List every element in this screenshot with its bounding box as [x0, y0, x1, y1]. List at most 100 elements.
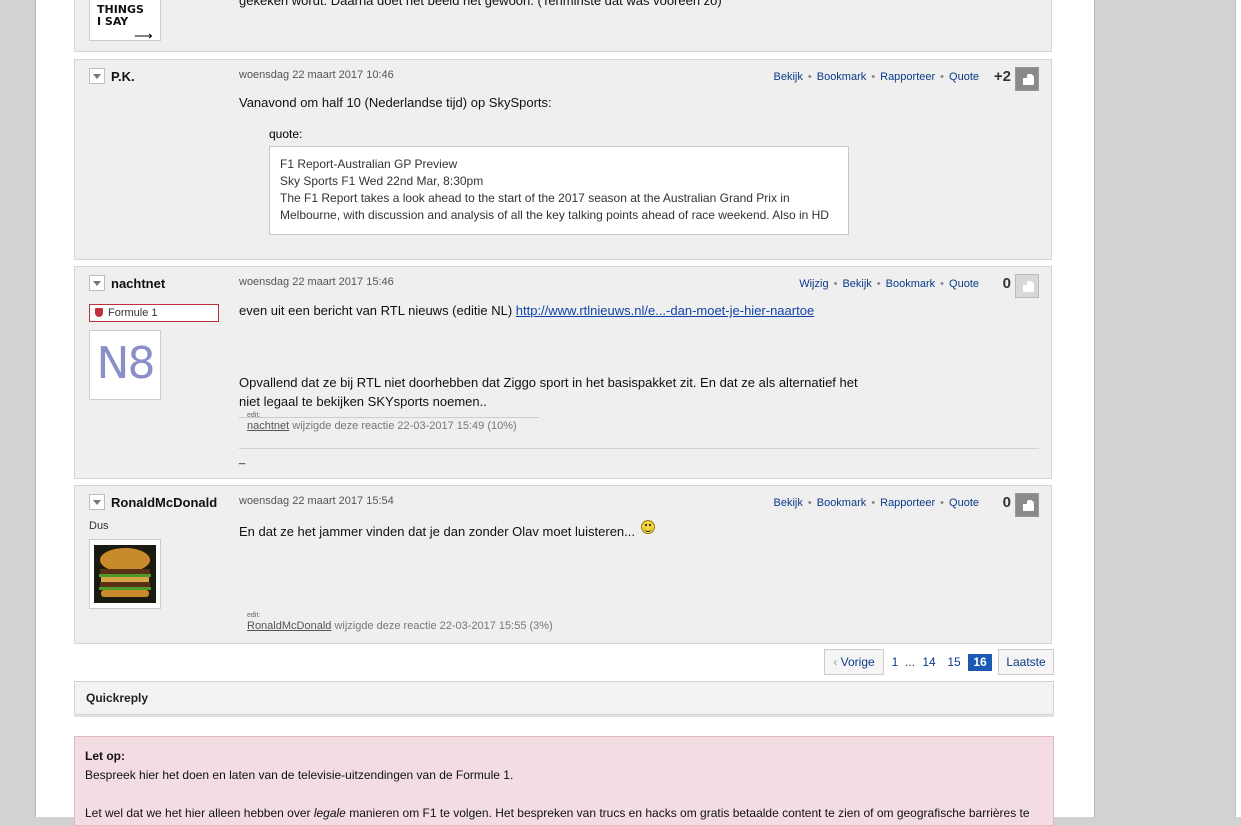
avatar[interactable]: THINGS I SAY ⟶ — [89, 0, 161, 41]
separator: • — [871, 71, 876, 83]
notice-line: Let wel dat we het hier alleen hebben ov… — [85, 806, 1030, 820]
quote-box: F1 Report-Australian GP Preview Sky Spor… — [269, 146, 849, 235]
pagination: ‹ Vorige 1 ... 14 15 16 Laatste — [0, 649, 1241, 675]
post-score: 0 — [1002, 494, 1011, 511]
quote-line: Melbourne, with discussion and analysis … — [280, 208, 829, 222]
edit-info: nachtnet wijzigde deze reactie 22-03-201… — [247, 420, 517, 432]
edit-marker: edit: — [247, 612, 261, 619]
post-actions: Wijzig • Bekijk • Bookmark • Quote — [799, 278, 979, 290]
post-text: En dat ze het jammer vinden dat je dan z… — [239, 520, 655, 541]
separator: • — [833, 278, 838, 290]
post-actions: Bekijk • Bookmark • Rapporteer • Quote — [774, 71, 979, 83]
edit-user[interactable]: RonaldMcDonald — [247, 620, 331, 632]
separator: • — [807, 497, 812, 509]
username[interactable]: RonaldMcDonald — [111, 495, 217, 510]
avatar[interactable] — [89, 539, 161, 609]
page-ellipsis: ... — [904, 655, 915, 669]
separator: • — [940, 497, 945, 509]
arrow-icon: ⟶ — [134, 28, 153, 41]
last-page-button[interactable]: Laatste — [998, 649, 1054, 675]
badge-label: Formule 1 — [108, 307, 158, 319]
quote-link[interactable]: Quote — [949, 71, 979, 83]
quote-link[interactable]: Quote — [949, 278, 979, 290]
collapse-toggle-icon[interactable] — [89, 494, 105, 510]
smiley-icon — [640, 520, 655, 534]
notice-text: Let wel dat we het hier alleen hebben ov… — [85, 806, 314, 820]
username[interactable]: nachtnet — [111, 276, 165, 291]
quote-line: The F1 Report takes a look ahead to the … — [280, 191, 790, 205]
previous-page-button[interactable]: ‹ Vorige — [824, 649, 884, 675]
edit-marker: edit: — [247, 412, 261, 419]
thumbs-up-icon[interactable] — [1015, 67, 1039, 91]
chevron-left-icon: ‹ — [833, 655, 838, 669]
page-link-15[interactable]: 15 — [943, 649, 965, 675]
edit-info: RonaldMcDonald wijzigde deze reactie 22-… — [247, 620, 553, 632]
page-link-14[interactable]: 14 — [918, 649, 940, 675]
separator: • — [940, 71, 945, 83]
collapse-toggle-icon[interactable] — [89, 68, 105, 84]
bookmark-link[interactable]: Bookmark — [817, 71, 867, 83]
edit-user[interactable]: nachtnet — [247, 420, 289, 432]
quote-link[interactable]: Quote — [949, 497, 979, 509]
thumbs-up-icon[interactable] — [1015, 493, 1039, 517]
post-score: 0 — [1002, 275, 1011, 292]
notice-text: manieren om F1 te volgen. Het bespreken … — [345, 806, 1030, 820]
previous-page-label: Vorige — [840, 655, 875, 669]
badge-icon — [95, 308, 103, 317]
post-text-prefix: even uit een bericht van RTL nieuws (edi… — [239, 303, 516, 318]
edit-rule — [239, 417, 539, 418]
news-link[interactable]: http://www.rtlnieuws.nl/e...-dan-moet-je… — [516, 303, 814, 318]
burger-image — [94, 545, 156, 603]
view-link[interactable]: Bekijk — [774, 497, 803, 509]
signature: _ — [239, 453, 246, 465]
avatar[interactable]: N8 — [89, 330, 161, 400]
separator: • — [871, 497, 876, 509]
post-pk: P.K. woensdag 22 maart 2017 10:46 Bekijk… — [74, 59, 1052, 260]
post-text-content: En dat ze het jammer vinden dat je dan z… — [239, 524, 635, 539]
separator: • — [876, 278, 881, 290]
quote-label: quote: — [269, 127, 303, 141]
quote-line: F1 Report-Australian GP Preview — [280, 157, 458, 171]
post-text: gekeken wordt. Daarna doet het beeld het… — [239, 0, 722, 8]
view-link[interactable]: Bekijk — [774, 71, 803, 83]
bookmark-link[interactable]: Bookmark — [817, 497, 867, 509]
post-text: even uit een bericht van RTL nieuws (edi… — [239, 301, 814, 320]
post-previous: THINGS I SAY ⟶ gekeken wordt. Daarna doe… — [74, 0, 1052, 52]
edit-link[interactable]: Wijzig — [799, 278, 828, 290]
forum-notice: Let op: Bespreek hier het doen en laten … — [74, 736, 1054, 826]
thumbs-up-icon[interactable] — [1015, 274, 1039, 298]
post-date[interactable]: woensdag 22 maart 2017 10:46 — [239, 69, 394, 81]
notice-emphasis: legale — [313, 806, 346, 820]
post-date[interactable]: woensdag 22 maart 2017 15:54 — [239, 495, 394, 507]
user-subtitle: Dus — [89, 520, 109, 532]
collapse-toggle-icon[interactable] — [89, 275, 105, 291]
avatar-image-text: THINGS I SAY — [97, 3, 144, 28]
window-scrollbar[interactable] — [1235, 0, 1241, 817]
signature-divider — [239, 448, 1039, 449]
notice-title: Let op: — [85, 749, 125, 763]
username[interactable]: P.K. — [111, 69, 135, 84]
separator: • — [807, 71, 812, 83]
post-ronaldmcdonald: RonaldMcDonald Dus woensdag 22 maart 201… — [74, 485, 1052, 644]
view-link[interactable]: Bekijk — [842, 278, 871, 290]
edit-text: wijzigde deze reactie 22-03-2017 15:55 (… — [331, 620, 553, 632]
quickreply-header[interactable]: Quickreply — [74, 681, 1054, 715]
post-text: Vanavond om half 10 (Nederlandse tijd) o… — [239, 95, 552, 110]
report-link[interactable]: Rapporteer — [880, 71, 935, 83]
separator: • — [940, 278, 945, 290]
page-link-1[interactable]: 1 — [888, 649, 902, 675]
post-text-line: Opvallend dat ze bij RTL niet doorhebben… — [239, 375, 858, 390]
avatar-image-text: N8 — [96, 338, 156, 389]
current-page: 16 — [968, 654, 992, 671]
notice-line: Bespreek hier het doen en laten van de t… — [85, 768, 514, 782]
post-actions: Bekijk • Bookmark • Rapporteer • Quote — [774, 497, 979, 509]
bookmark-link[interactable]: Bookmark — [886, 278, 936, 290]
post-text-2: Opvallend dat ze bij RTL niet doorhebben… — [239, 373, 858, 411]
post-text-line: niet legaal te bekijken SKYsports noemen… — [239, 394, 487, 409]
report-link[interactable]: Rapporteer — [880, 497, 935, 509]
post-score: +2 — [993, 68, 1011, 85]
quote-line: Sky Sports F1 Wed 22nd Mar, 8:30pm — [280, 174, 484, 188]
post-date[interactable]: woensdag 22 maart 2017 15:46 — [239, 276, 394, 288]
post-nachtnet: nachtnet Formule 1 N8 woensdag 22 maart … — [74, 266, 1052, 479]
forum-badge: Formule 1 — [89, 304, 219, 322]
